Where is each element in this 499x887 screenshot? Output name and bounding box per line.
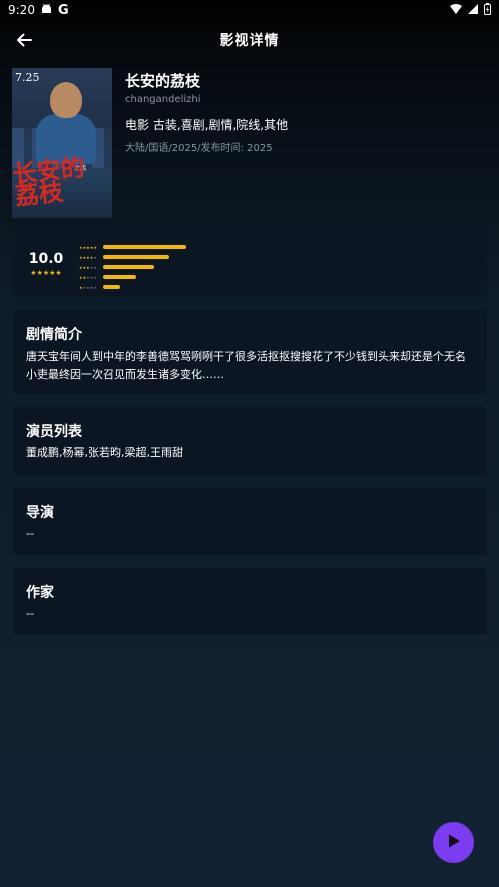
google-icon: G	[57, 2, 69, 18]
rating-row-stars: ★★★★★	[79, 264, 97, 270]
rating-stars: ★★★★★	[30, 269, 62, 277]
play-icon	[446, 833, 462, 853]
cast-text: 董成鹏,杨幂,张若昀,梁超,王雨甜	[26, 446, 183, 459]
writer-title: 作家	[26, 585, 54, 601]
writer-text: --	[26, 607, 34, 620]
rating-bar-row-2: ★★★★★	[79, 272, 186, 282]
movie-pinyin: changandelizhi	[125, 94, 201, 105]
wifi-icon	[450, 3, 462, 17]
cast-title: 演员列表	[26, 424, 82, 440]
rating-bar	[103, 255, 169, 259]
synopsis-title: 剧情简介	[26, 327, 82, 343]
rating-row-stars: ★★★★★	[79, 284, 97, 290]
poster-figure-head	[50, 82, 82, 118]
synopsis-card: 剧情简介 唐天宝年间人到中年的李善德骂骂咧咧干了很多活抠抠搜搜花了不少钱到头来却…	[13, 310, 487, 394]
poster-title-art: 长安的 荔枝	[12, 152, 87, 211]
signal-icon	[468, 3, 478, 17]
rating-score: 10.0	[28, 251, 64, 267]
back-arrow-icon[interactable]	[12, 28, 36, 52]
director-card: 导演 --	[13, 488, 487, 555]
rating-bar-row-1: ★★★★★	[79, 282, 186, 292]
synopsis-text: 唐天宝年间人到中年的李善德骂骂咧咧干了很多活抠抠搜搜花了不少钱到头来却还是个无名…	[26, 350, 466, 381]
movie-title: 长安的荔枝	[125, 72, 201, 90]
score-box: 10.0 ★★★★★	[25, 251, 67, 277]
writer-card: 作家 --	[13, 568, 487, 635]
movie-poster[interactable]: 7.25 大鹏 长安的 荔枝	[12, 68, 112, 218]
director-title: 导演	[26, 505, 54, 521]
rating-row-stars: ★★★★★	[79, 254, 97, 260]
status-time: 9:20	[8, 3, 35, 17]
rating-bar-row-5: ★★★★★	[79, 242, 186, 252]
rating-bar	[103, 265, 154, 269]
poster-time: 7.25	[15, 71, 40, 84]
rating-bar	[103, 275, 136, 279]
rating-bar	[103, 285, 120, 289]
android-icon	[41, 3, 52, 17]
movie-header: 7.25 大鹏 长安的 荔枝 长安的荔枝 changandelizhi 电影 古…	[12, 68, 487, 218]
rating-bar-row-4: ★★★★★	[79, 252, 186, 262]
status-bar: 9:20 G	[0, 0, 499, 20]
movie-tags: 电影 古装,喜剧,剧情,院线,其他	[125, 118, 289, 132]
rating-distribution: ★★★★★ ★★★★★ ★★★★★ ★★★★★ ★★★★★	[79, 242, 186, 292]
page-title: 影视详情	[219, 33, 280, 49]
rating-row-stars: ★★★★★	[79, 274, 97, 280]
cast-card: 演员列表 董成鹏,杨幂,张若昀,梁超,王雨甜	[13, 407, 487, 475]
movie-info: 长安的荔枝 changandelizhi 电影 古装,喜剧,剧情,院线,其他 大…	[125, 68, 288, 218]
movie-meta: 大陆/国语/2025/发布时间: 2025	[125, 143, 273, 154]
rating-bar-row-3: ★★★★★	[79, 262, 186, 272]
app-bar: 影视详情	[0, 20, 499, 60]
director-text: --	[26, 527, 34, 540]
rating-row-stars: ★★★★★	[79, 244, 97, 250]
play-button[interactable]	[433, 822, 474, 863]
rating-bar	[103, 245, 186, 249]
battery-icon	[484, 2, 491, 18]
rating-card: 10.0 ★★★★★ ★★★★★ ★★★★★ ★★★★★ ★★★★★ ★★★★★	[13, 231, 487, 297]
